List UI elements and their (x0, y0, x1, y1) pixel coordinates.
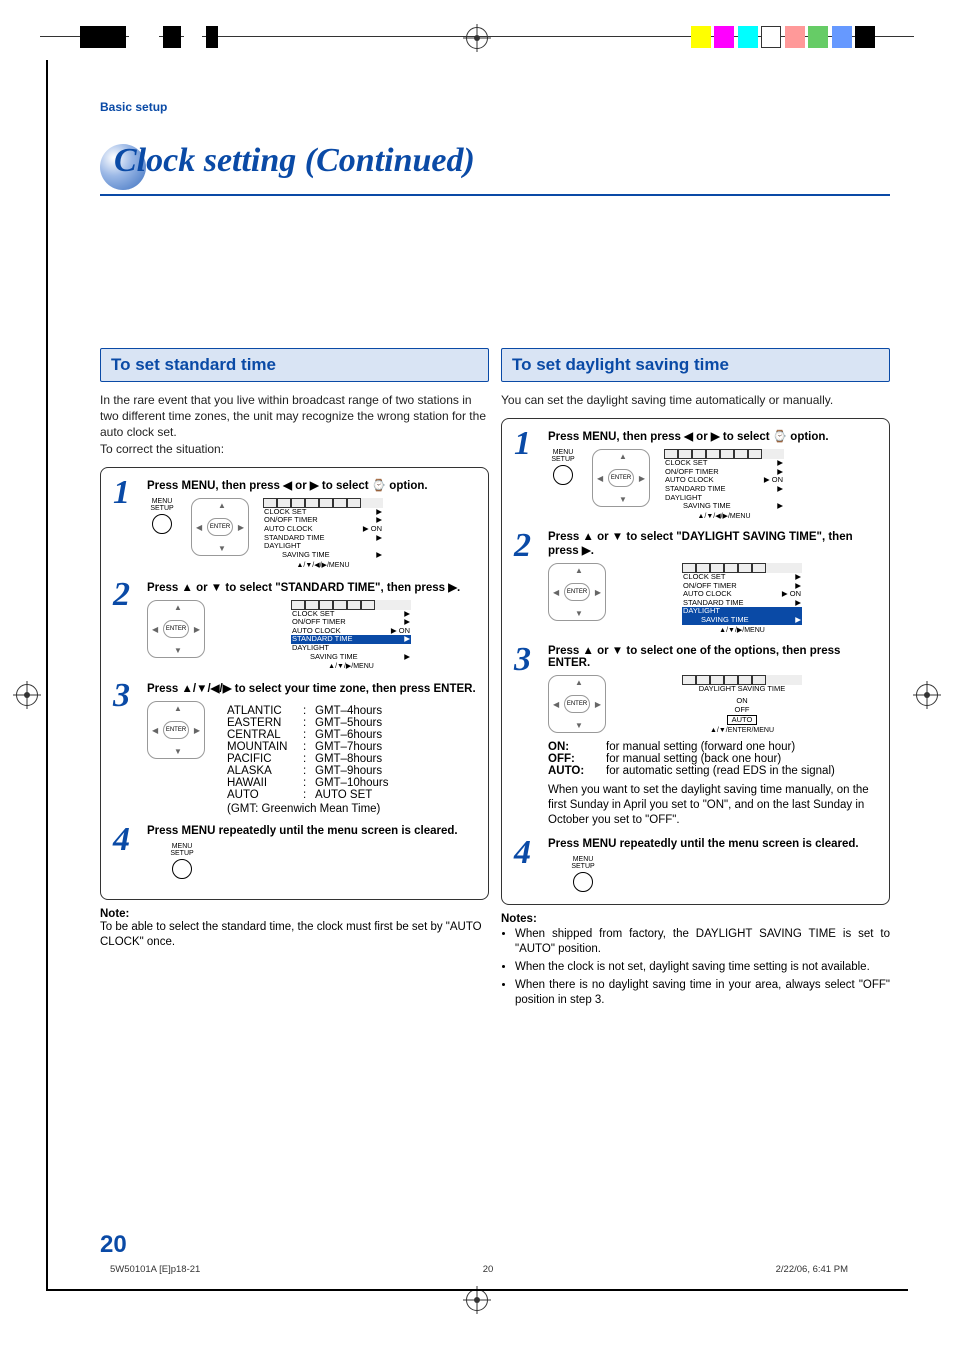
step-2: 2 Press ▲ or ▼ to select "DAYLIGHT SAVIN… (514, 531, 879, 635)
remote-dpad-icon: ENTER ▲ ▼ ◀ ▶ (191, 498, 249, 556)
osd-menu-2r: CLOCK SET▶ ON/OFF TIMER▶ AUTO CLOCK▶ ON … (682, 563, 802, 635)
notes-list: When shipped from factory, the DAYLIGHT … (501, 927, 890, 1008)
registration-mark-left (16, 684, 38, 706)
step-3: 3 Press ▲ or ▼ to select one of the opti… (514, 645, 879, 828)
timezone-list: ATLANTIC:GMT–4hours EASTERN:GMT–5hours C… (227, 705, 389, 815)
menu-button-icon: MENU SETUP (568, 856, 598, 892)
print-footer: 5W50101A [E]p18-21 20 2/22/06, 6:41 PM (110, 1264, 848, 1275)
step-1: 1 Press MENU, then press ◀ or ▶ to selec… (514, 429, 879, 521)
page-frame: Basic setup Clock setting (Continued) To… (46, 60, 908, 1291)
steps-standard-time: 1 Press MENU, then press ◀ or ▶ to selec… (100, 467, 489, 901)
heading-standard-time: To set standard time (100, 348, 489, 382)
remote-dpad-icon: ENTER ▲ ▼ ◀ ▶ (548, 675, 606, 733)
menu-button-icon: MENU SETUP (147, 498, 177, 534)
remote-dpad-icon: ENTER ▲ ▼ ◀ ▶ (548, 563, 606, 621)
footer-file: 5W50101A [E]p18-21 (110, 1264, 200, 1275)
menu-button-icon: MENU SETUP (167, 843, 197, 879)
step-4: 4 Press MENU repeatedly until the menu s… (514, 838, 879, 892)
remote-dpad-icon: ENTER ▲ ▼ ◀ ▶ (592, 449, 650, 507)
step-1: 1 Press MENU, then press ◀ or ▶ to selec… (113, 478, 478, 570)
osd-menu-3r: DAYLIGHT SAVING TIME ON OFF AUTO ▲/▼/ENT… (682, 675, 802, 736)
intro-dst: You can set the daylight saving time aut… (501, 392, 890, 408)
list-item: When the clock is not set, daylight savi… (515, 960, 890, 975)
step-4: 4 Press MENU repeatedly until the menu s… (113, 825, 478, 879)
col-dst: To set daylight saving time You can set … (501, 348, 890, 1011)
page-number: 20 (100, 1231, 127, 1259)
footer-page: 20 (483, 1264, 494, 1275)
heading-dst: To set daylight saving time (501, 348, 890, 382)
remote-dpad-icon: ENTER ▲ ▼ ◀ ▶ (147, 701, 205, 759)
step-2: 2 Press ▲ or ▼ to select "STANDARD TIME"… (113, 580, 478, 672)
clock-icon: ⌚ (372, 480, 386, 492)
remote-dpad-icon: ENTER ▲ ▼ ◀ ▶ (147, 600, 205, 658)
list-item: When there is no daylight saving time in… (515, 978, 890, 1008)
col-standard-time: To set standard time In the rare event t… (100, 348, 489, 1011)
osd-menu-2: CLOCK SET▶ ON/OFF TIMER▶ AUTO CLOCK▶ ON … (291, 600, 411, 672)
title-text: Clock setting (Continued) (114, 142, 475, 180)
scan-page: Basic setup Clock setting (Continued) To… (0, 0, 954, 1351)
menu-button-icon: MENU SETUP (548, 449, 578, 485)
clock-icon: ⌚ (773, 431, 787, 443)
footer-date: 2/22/06, 6:41 PM (776, 1264, 848, 1275)
steps-dst: 1 Press MENU, then press ◀ or ▶ to selec… (501, 418, 890, 905)
printer-marks-bottom (0, 1289, 954, 1311)
step-3: 3 Press ▲/▼/◀/▶ to select your time zone… (113, 681, 478, 815)
note-heading: Note: (100, 908, 489, 920)
page-title: Clock setting (Continued) (100, 138, 890, 198)
list-item: When shipped from factory, the DAYLIGHT … (515, 927, 890, 957)
note-body: To be able to select the standard time, … (100, 920, 489, 950)
breadcrumb: Basic setup (100, 100, 890, 114)
osd-menu-1: CLOCK SET▶ ON/OFF TIMER▶ AUTO CLOCK▶ ON … (263, 498, 383, 570)
osd-menu-1r: CLOCK SET▶ ON/OFF TIMER▶ AUTO CLOCK▶ ON … (664, 449, 784, 521)
registration-mark-right (916, 684, 938, 706)
intro-standard-time: In the rare event that you live within b… (100, 392, 489, 457)
dst-options: ON:for manual setting (forward one hour)… (548, 741, 879, 828)
notes-heading: Notes: (501, 913, 890, 925)
printer-marks-top (0, 24, 954, 52)
